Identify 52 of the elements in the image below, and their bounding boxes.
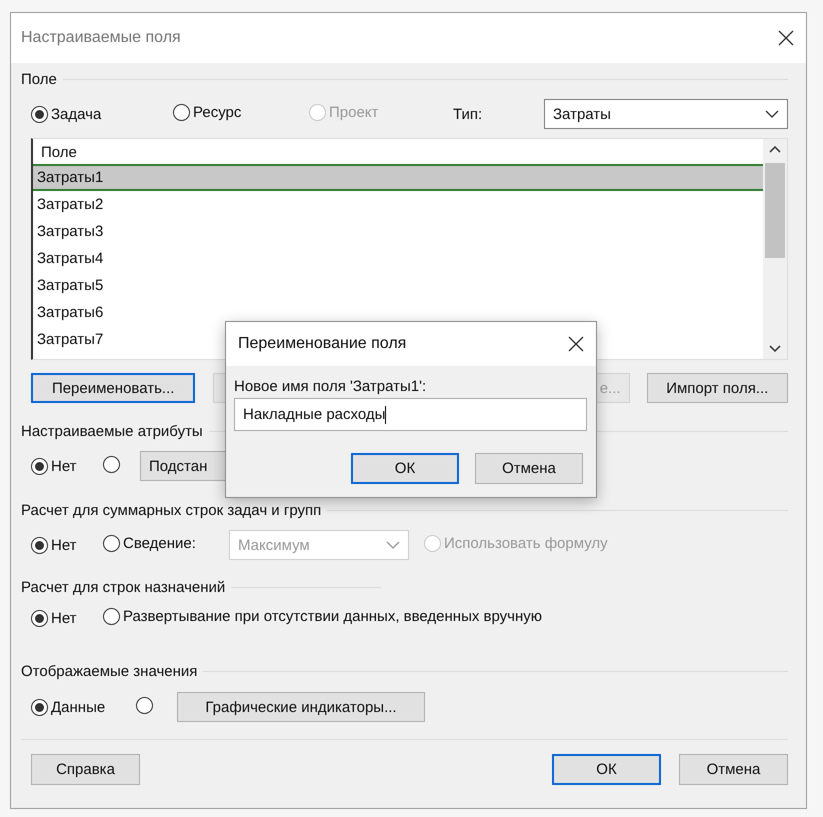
radio-button[interactable]: [31, 610, 48, 626]
radio-button[interactable]: [103, 534, 120, 552]
radio-label: Использовать формулу: [444, 534, 608, 552]
scroll-down-icon[interactable]: [769, 345, 781, 353]
radio-label: Задача: [51, 106, 102, 122]
dialog-button[interactable]: Переименовать...: [31, 373, 196, 403]
section-title: Настраиваемые атрибуты: [21, 422, 203, 440]
close-icon[interactable]: [568, 336, 584, 352]
radio-label: Нет: [51, 610, 77, 626]
list-item[interactable]: Затраты3: [33, 218, 763, 245]
chevron-down-icon: [386, 541, 400, 549]
field-label: Новое имя поля 'Затраты1':: [234, 378, 428, 397]
dialog-button[interactable]: Справка: [31, 754, 140, 785]
radio-label: Развертывание при отсутствии данных, введенных вручную: [123, 608, 542, 624]
dialog-title: Переименование поля: [238, 335, 406, 353]
column-header: Поле: [40, 143, 78, 163]
radio-button[interactable]: [31, 536, 48, 554]
radio-label: Нет: [51, 536, 77, 554]
close-icon[interactable]: [778, 30, 794, 46]
dialog-button[interactable]: Отмена: [679, 754, 788, 785]
window-title: Настраиваемые поля: [21, 29, 181, 47]
radio-label: Нет: [51, 458, 77, 474]
section-title: Расчет для суммарных строк задач и групп: [21, 502, 322, 518]
section-title: Поле: [21, 70, 57, 88]
radio-button[interactable]: [173, 104, 190, 120]
dialog-button[interactable]: ОК: [552, 754, 661, 785]
name-input-field[interactable]: Накладные расходы: [234, 398, 587, 431]
type-dropdown[interactable]: Затраты: [544, 99, 788, 129]
dialog-button[interactable]: ОК: [351, 453, 459, 484]
radio-label: Данные: [51, 698, 106, 716]
dialog-button[interactable]: Импорт поля...: [646, 373, 788, 403]
radio-label: Ресурс: [193, 104, 242, 120]
radio-label: Сведение:: [123, 534, 196, 552]
dialog-button[interactable]: Отмена: [475, 453, 583, 484]
dialog-button[interactable]: Графические индикаторы...: [177, 692, 425, 722]
type-label: Тип:: [453, 106, 484, 122]
radio-button[interactable]: [136, 696, 153, 714]
section-title: Отображаемые значения: [21, 662, 198, 680]
radio-button[interactable]: [31, 106, 48, 122]
list-item[interactable]: Затраты2: [33, 191, 763, 218]
chevron-down-icon: [765, 110, 779, 118]
radio-button[interactable]: [31, 698, 48, 716]
scroll-up-icon[interactable]: [769, 145, 781, 153]
section-title: Расчет для строк назначений: [21, 578, 226, 596]
radio-button[interactable]: [31, 458, 48, 474]
radio-button[interactable]: [103, 456, 120, 472]
radio-button[interactable]: [103, 608, 120, 624]
scrollbar[interactable]: [763, 139, 787, 359]
list-item[interactable]: Затраты5: [33, 272, 763, 299]
radio-label: Проект: [329, 104, 378, 120]
list-item[interactable]: Затраты1: [33, 164, 763, 191]
list-item[interactable]: Затраты4: [33, 245, 763, 272]
